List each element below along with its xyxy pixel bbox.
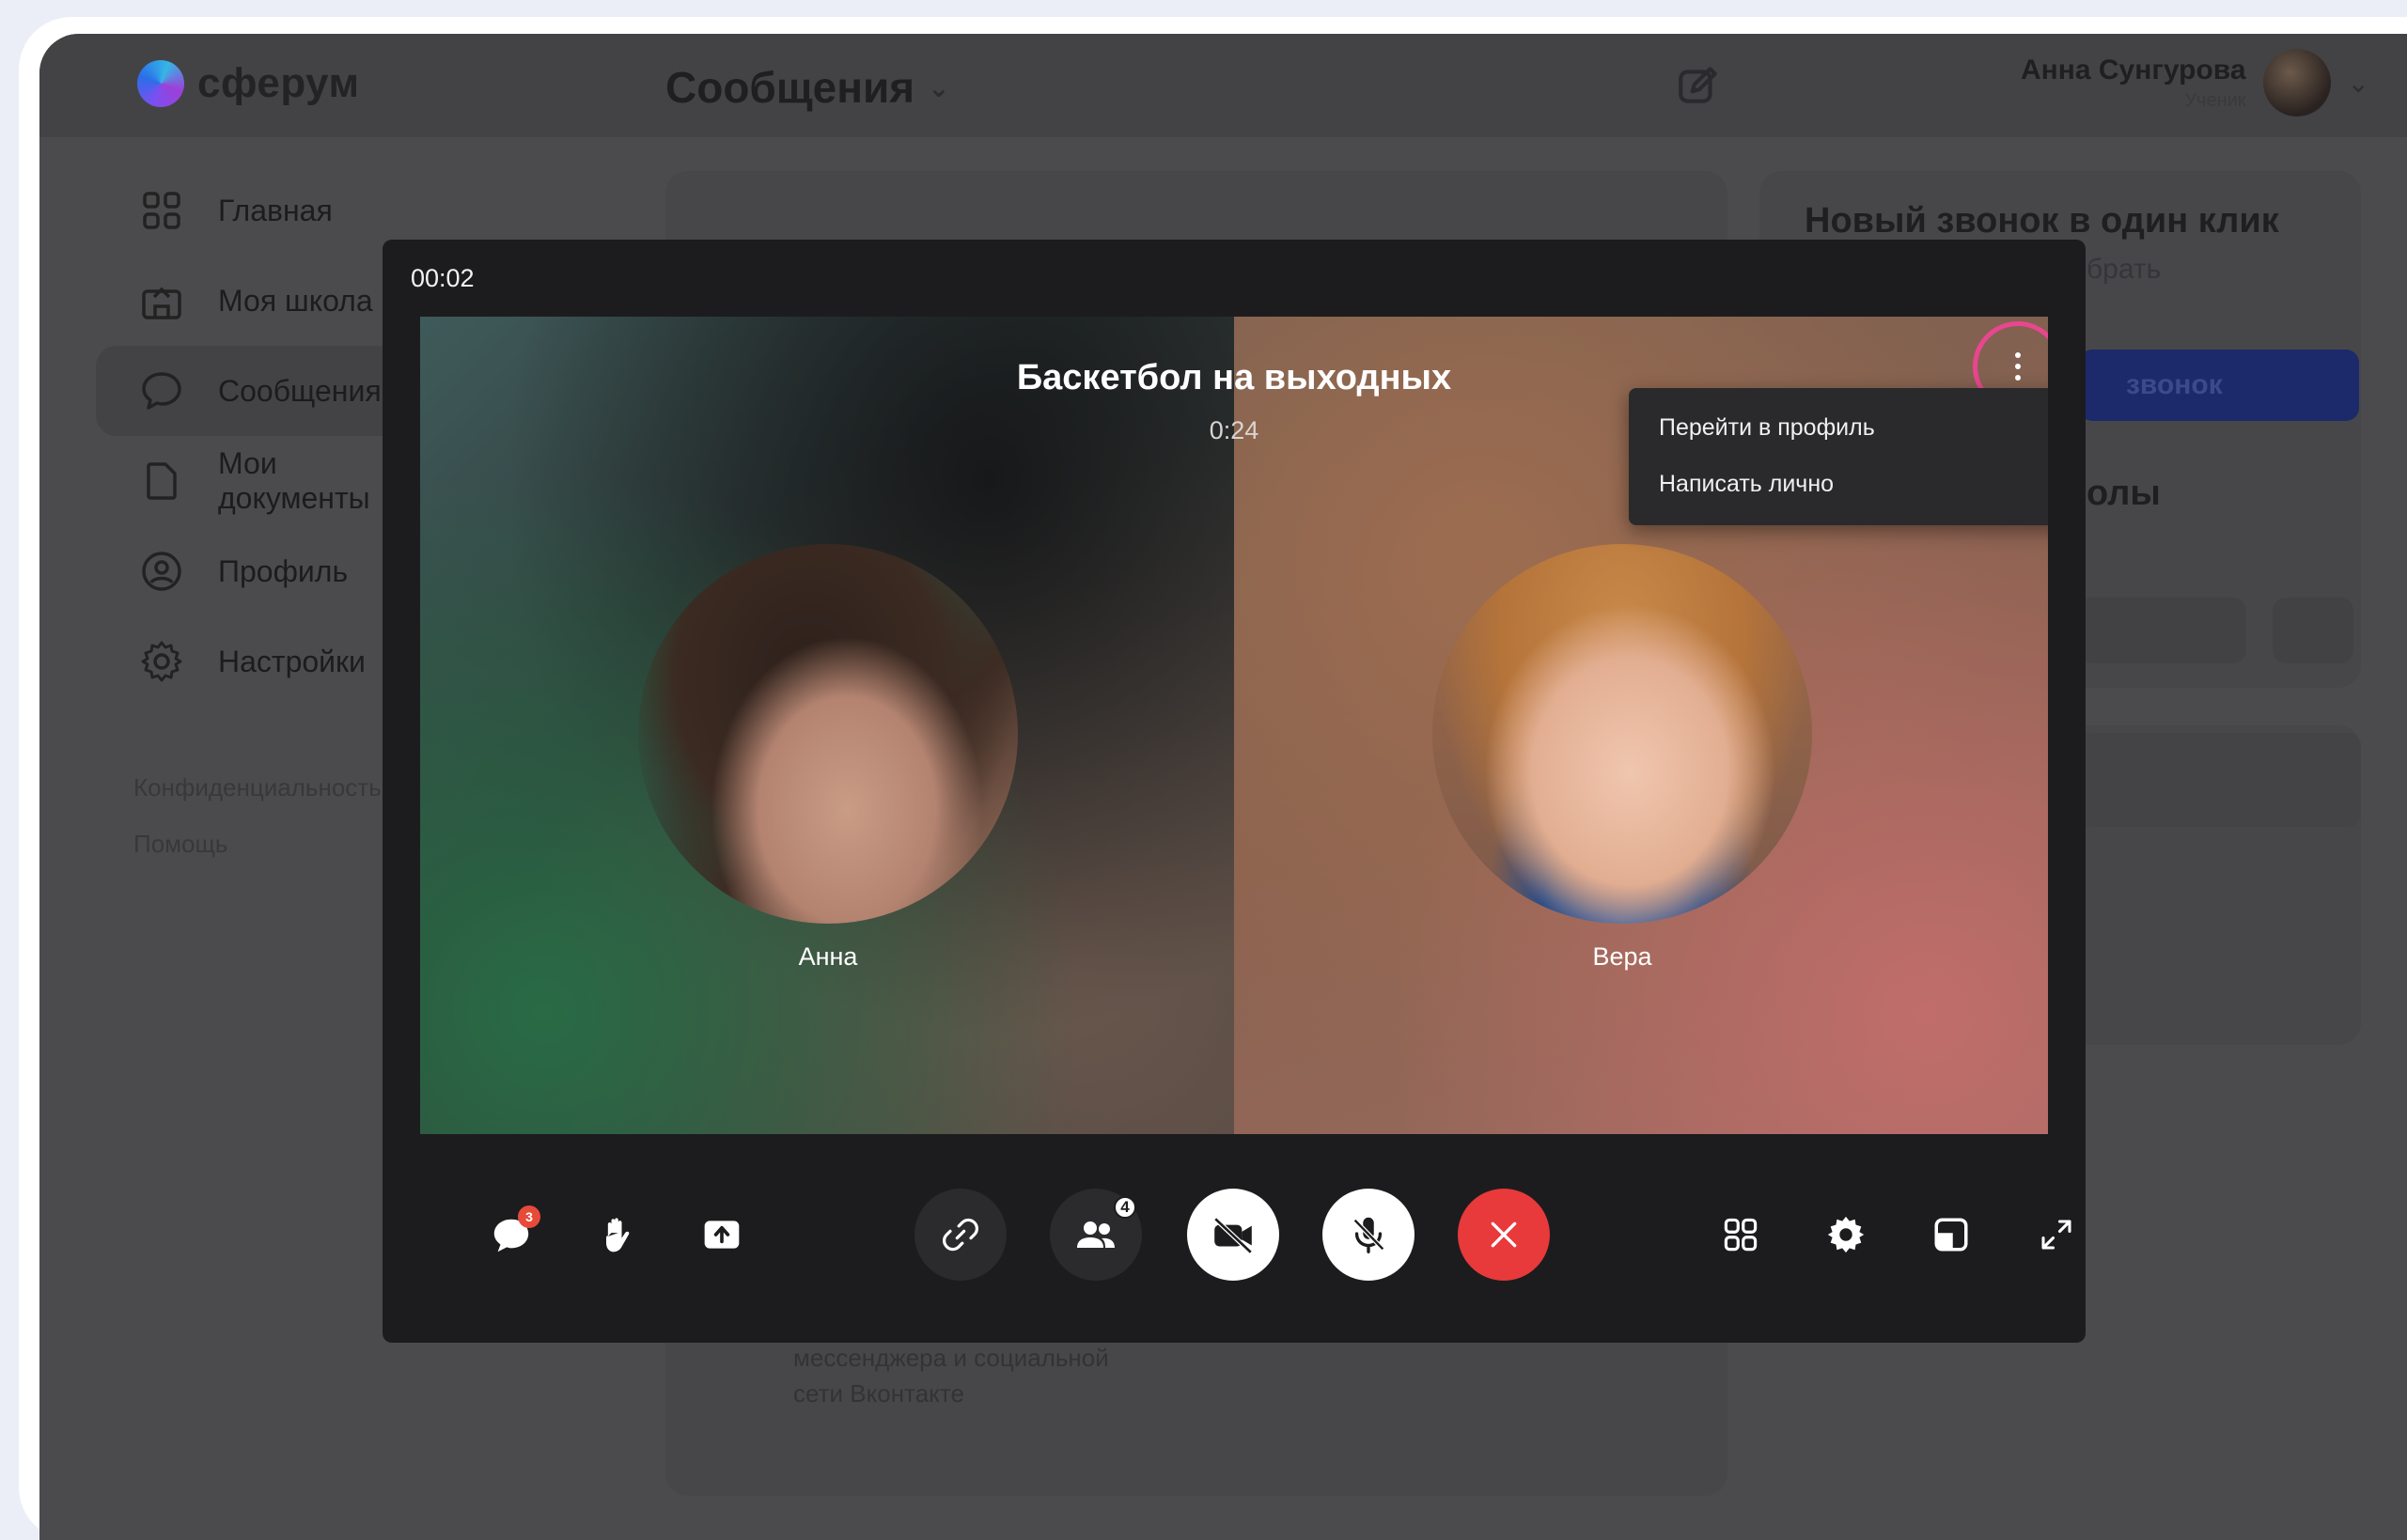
chat-icon	[142, 372, 181, 410]
settings-icon	[141, 641, 182, 682]
gear-icon	[1827, 1216, 1865, 1253]
picture-in-picture-icon	[1934, 1218, 1968, 1252]
compose-icon[interactable]	[1675, 62, 1722, 109]
school-icon	[142, 287, 181, 319]
section-title-dropdown[interactable]: Сообщения ⌄	[665, 62, 950, 113]
user-menu[interactable]: Анна Сунгурова Ученик ⌄	[2021, 49, 2369, 117]
logo-icon	[137, 60, 184, 107]
sidebar-item-label: Главная	[218, 193, 333, 227]
sidebar-item-label: Настройки	[218, 644, 366, 678]
chevron-down-icon[interactable]: ⌄	[2348, 68, 2369, 99]
participant-avatar	[1432, 544, 1812, 924]
microphone-off-icon	[1352, 1217, 1385, 1253]
participant-menu: Перейти в профиль Написать лично	[1629, 388, 2048, 525]
fullscreen-button[interactable]	[2010, 1189, 2102, 1281]
menu-item-go-to-profile[interactable]: Перейти в профиль	[1629, 399, 2048, 456]
new-call-subtitle: брать	[2087, 254, 2162, 285]
logo[interactable]: сферум	[137, 60, 360, 107]
close-icon	[1491, 1221, 1517, 1248]
participants-count-badge: 4	[1114, 1196, 1136, 1219]
expand-icon	[2041, 1220, 2071, 1250]
new-call-button[interactable]: звонок	[2079, 350, 2359, 421]
camera-toggle-button[interactable]	[1187, 1189, 1279, 1281]
end-call-button[interactable]	[1458, 1189, 1550, 1281]
sidebar-item-label: Моя школа	[218, 283, 373, 318]
share-screen-icon	[704, 1221, 740, 1249]
camera-off-icon	[1213, 1217, 1253, 1254]
sidebar-item-label: Сообщения	[218, 373, 382, 408]
placeholder-bar	[2079, 733, 2361, 827]
video-stage: Баскетбол на выходных 0:24 Анна Вера Пер…	[420, 317, 2048, 1134]
profile-icon	[142, 552, 181, 591]
school-heading: олы	[2087, 474, 2161, 513]
user-name: Анна Сунгурова	[2020, 54, 2246, 86]
new-call-title: Новый звонок в один клик	[1805, 201, 2279, 241]
document-icon	[147, 462, 177, 500]
chevron-down-icon: ⌄	[928, 72, 950, 102]
unread-badge: 3	[518, 1206, 540, 1228]
share-screen-button[interactable]	[676, 1189, 768, 1281]
header: сферум Сообщения ⌄ Анна Сунгурова Ученик…	[39, 34, 2407, 137]
microphone-toggle-button[interactable]	[1322, 1189, 1415, 1281]
participant-name: Вера	[1592, 942, 1652, 971]
sidebar-item-home[interactable]: Главная	[96, 165, 434, 256]
sidebar-item-label: Профиль	[218, 553, 349, 588]
raise-hand-button[interactable]	[570, 1189, 663, 1281]
participant-avatar	[638, 544, 1018, 924]
hand-icon	[606, 1218, 630, 1252]
grid-layout-button[interactable]	[1695, 1189, 1787, 1281]
school-chat-button[interactable]	[2273, 598, 2353, 663]
call-settings-button[interactable]	[1800, 1189, 1892, 1281]
minimize-window-button[interactable]	[1905, 1189, 1997, 1281]
link-icon	[942, 1218, 979, 1252]
participant-name: Анна	[798, 942, 858, 971]
menu-item-write-privately[interactable]: Написать лично	[1629, 456, 2048, 512]
call-timer: 00:02	[411, 264, 475, 292]
school-action-button[interactable]	[2079, 598, 2246, 663]
grid-icon	[1724, 1218, 1758, 1252]
messenger-description: мессенджера и социальной сети Вконтакте	[793, 1344, 1109, 1408]
participants-icon	[1077, 1221, 1115, 1248]
grid-icon	[143, 192, 180, 229]
section-title: Сообщения	[665, 63, 915, 112]
call-toolbar: 3 4	[383, 1189, 2086, 1283]
call-window: 00:02 Баскетбол на выходных 0:24 Анна Ве…	[383, 240, 2086, 1343]
user-role: Ученик	[2184, 89, 2246, 111]
participants-button[interactable]: 4	[1050, 1189, 1142, 1281]
avatar[interactable]	[2262, 49, 2331, 117]
invite-link-button[interactable]	[914, 1189, 1007, 1281]
chat-button[interactable]: 3	[465, 1189, 557, 1281]
logo-text: сферум	[197, 60, 360, 106]
